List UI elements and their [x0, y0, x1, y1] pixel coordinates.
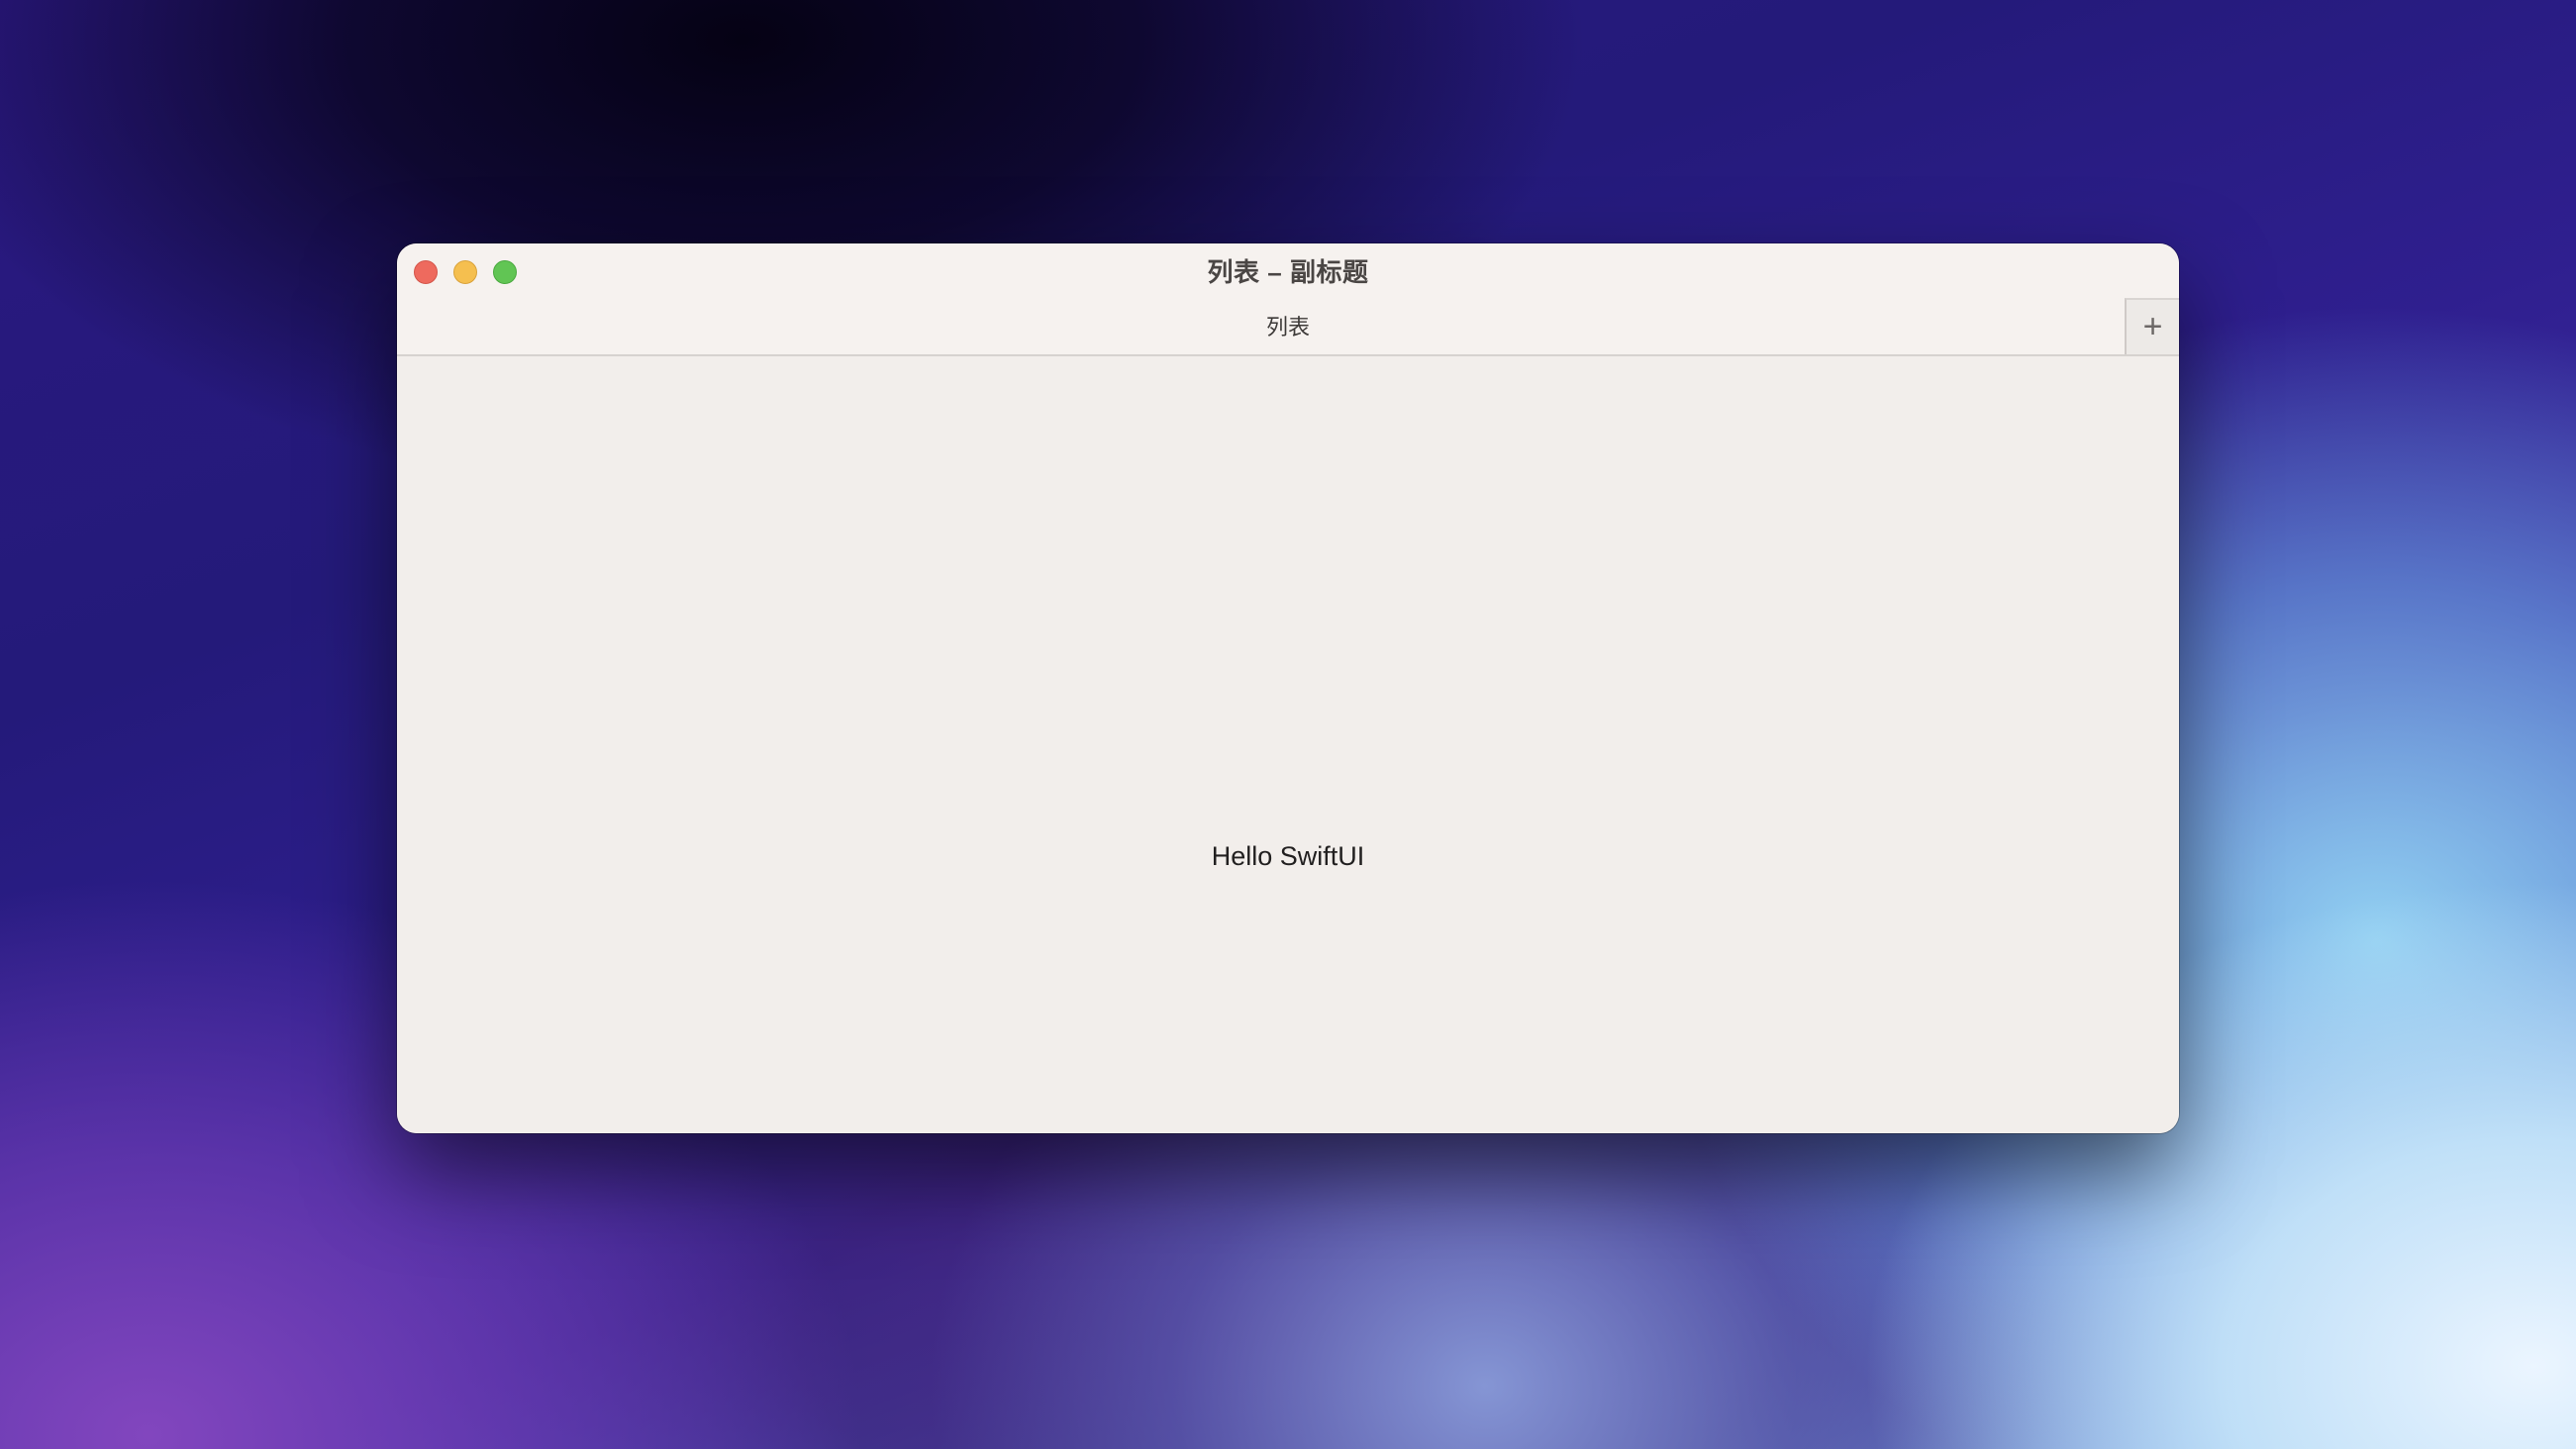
- plus-icon: +: [2142, 308, 2163, 345]
- hello-text: Hello SwiftUI: [1211, 841, 1365, 871]
- app-window: 列表 – 副标题 列表 + Hello SwiftUI: [397, 243, 2179, 1133]
- tab-list[interactable]: 列表: [397, 310, 2179, 341]
- add-tab-button[interactable]: +: [2125, 298, 2179, 354]
- content-area: Hello SwiftUI: [397, 356, 2179, 1133]
- title-bar[interactable]: 列表 – 副标题 列表 +: [397, 243, 2179, 356]
- window-title: 列表 – 副标题: [1207, 257, 1369, 287]
